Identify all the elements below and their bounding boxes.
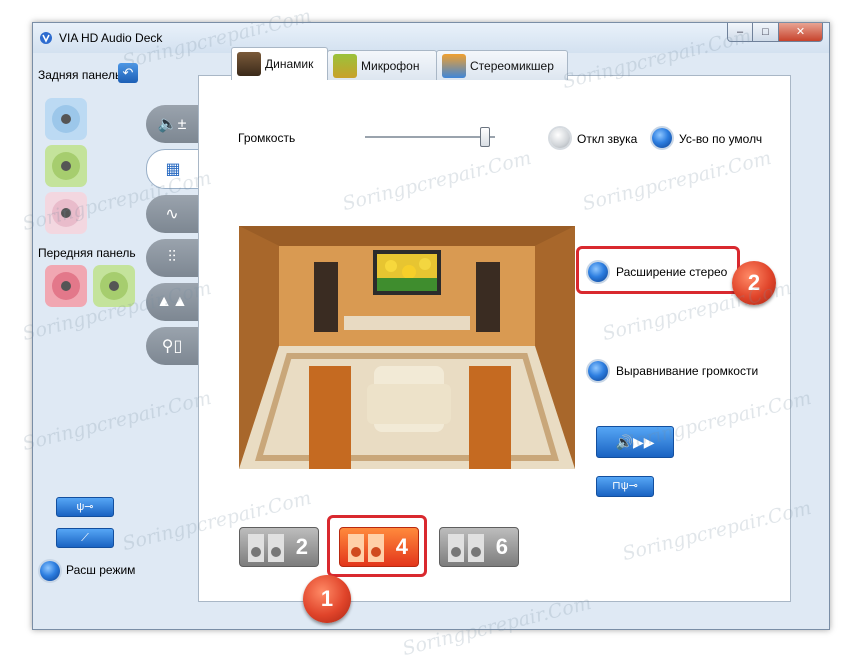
callout-badge-1: 1 bbox=[303, 575, 351, 623]
jack-back-blue[interactable] bbox=[45, 98, 87, 140]
reset-button[interactable]: ↶ bbox=[118, 63, 138, 83]
via-logo-icon bbox=[40, 32, 52, 44]
speaker-settings-button[interactable]: ⊓ψ⊸ bbox=[596, 476, 654, 497]
mute-radio[interactable] bbox=[550, 128, 570, 148]
stereo-expansion-radio[interactable] bbox=[588, 262, 608, 282]
front-panel-label: Передняя панель bbox=[38, 246, 136, 260]
volume-label: Громкость bbox=[238, 131, 296, 145]
tab-stereo-mixer-label: Стереомикшер bbox=[470, 58, 554, 73]
jack-hole bbox=[61, 281, 71, 291]
stereo-expansion-label: Расширение стерео bbox=[616, 265, 728, 279]
plug-icon: ψ⊸ bbox=[76, 501, 94, 513]
speaker-config-6ch[interactable]: 6 bbox=[439, 527, 519, 567]
speaker-config-2ch-label: 2 bbox=[295, 534, 308, 559]
callout-badge-2: 2 bbox=[732, 261, 776, 305]
speaker-grid-icon: ▦ bbox=[165, 161, 181, 178]
speaker-config-6ch-label: 6 bbox=[495, 534, 508, 559]
speaker-config-2ch[interactable]: 2 bbox=[239, 527, 319, 567]
minimize-button[interactable]: – bbox=[727, 23, 753, 42]
tab-microphone-label: Микрофон bbox=[361, 58, 420, 73]
tab-microphone[interactable]: Микрофон bbox=[327, 50, 437, 80]
speaker-volume-icon: 🔈± bbox=[157, 116, 187, 133]
jack-hole bbox=[61, 114, 71, 124]
side-tab-environment[interactable]: ▲▲ bbox=[146, 283, 198, 321]
undo-icon: ↶ bbox=[122, 65, 134, 80]
speaker-test-button[interactable]: 🔊▶▶ bbox=[596, 426, 674, 458]
sine-wave-icon: ∿ bbox=[165, 206, 179, 223]
default-device-label: Ус-во по умолч bbox=[679, 132, 763, 146]
tab-speaker-label: Динамик bbox=[265, 57, 314, 71]
window-controls: – □ ✕ bbox=[727, 23, 823, 43]
jack-back-green[interactable] bbox=[45, 145, 87, 187]
advanced-mode-label: Расш режим bbox=[66, 563, 136, 577]
plug-icon: ⊓ψ⊸ bbox=[612, 480, 638, 492]
volume-slider-thumb[interactable] bbox=[480, 127, 491, 147]
speaker-icon bbox=[237, 52, 261, 76]
forest-icon: ▲▲ bbox=[156, 293, 188, 310]
tab-speaker[interactable]: Динамик bbox=[231, 47, 328, 80]
loudness-eq-radio[interactable] bbox=[588, 361, 608, 381]
jack-hole bbox=[109, 281, 119, 291]
default-device-radio[interactable] bbox=[652, 128, 672, 148]
jack-hole bbox=[61, 161, 71, 171]
equalizer-icon: ⫶⫶ bbox=[167, 249, 176, 266]
tab-stereo-mixer[interactable]: Стереомикшер bbox=[436, 50, 568, 80]
speaker-config-4ch[interactable]: 4 bbox=[339, 527, 419, 567]
side-tab-room-correction[interactable]: ⚲▯ bbox=[146, 327, 198, 365]
jack-front-pink[interactable] bbox=[45, 265, 87, 307]
speaker-config-4ch-label: 4 bbox=[395, 534, 408, 559]
microphone-icon bbox=[333, 53, 357, 78]
maximize-button[interactable]: □ bbox=[753, 23, 779, 42]
jack-back-pink[interactable] bbox=[45, 192, 87, 234]
side-tab-equalizer[interactable]: ⫶⫶ bbox=[146, 239, 198, 277]
window-title: VIA HD Audio Deck bbox=[59, 31, 163, 45]
jack-hole bbox=[61, 208, 71, 218]
connector-settings-button[interactable]: ψ⊸ bbox=[56, 497, 114, 517]
close-button[interactable]: ✕ bbox=[779, 23, 823, 42]
side-tab-volume[interactable]: 🔈± bbox=[146, 105, 198, 143]
volume-slider-track[interactable] bbox=[365, 136, 495, 138]
speaker-pair-icon bbox=[248, 534, 284, 562]
side-tab-speaker-layout[interactable]: ▦ bbox=[146, 149, 200, 189]
music-note-icon bbox=[442, 53, 466, 78]
title-bar: VIA HD Audio Deck – □ ✕ bbox=[33, 23, 829, 53]
mute-label: Откл звука bbox=[577, 132, 638, 146]
advanced-mode-radio[interactable] bbox=[40, 561, 60, 581]
side-tab-waveform[interactable]: ∿ bbox=[146, 195, 198, 233]
room-illustration bbox=[239, 226, 575, 469]
listener-icon: ⚲▯ bbox=[161, 338, 183, 355]
loudness-eq-label: Выравнивание громкости bbox=[616, 364, 759, 378]
back-panel-label: Задняя панель bbox=[38, 68, 122, 82]
jack-front-green[interactable] bbox=[93, 265, 135, 307]
advanced-tool-button[interactable]: ⟋ bbox=[56, 528, 114, 548]
speaker-play-icon: 🔊▶▶ bbox=[615, 434, 655, 450]
wrench-icon: ⟋ bbox=[81, 532, 89, 544]
speaker-six-icon bbox=[448, 534, 484, 562]
speaker-quad-icon bbox=[348, 534, 384, 562]
